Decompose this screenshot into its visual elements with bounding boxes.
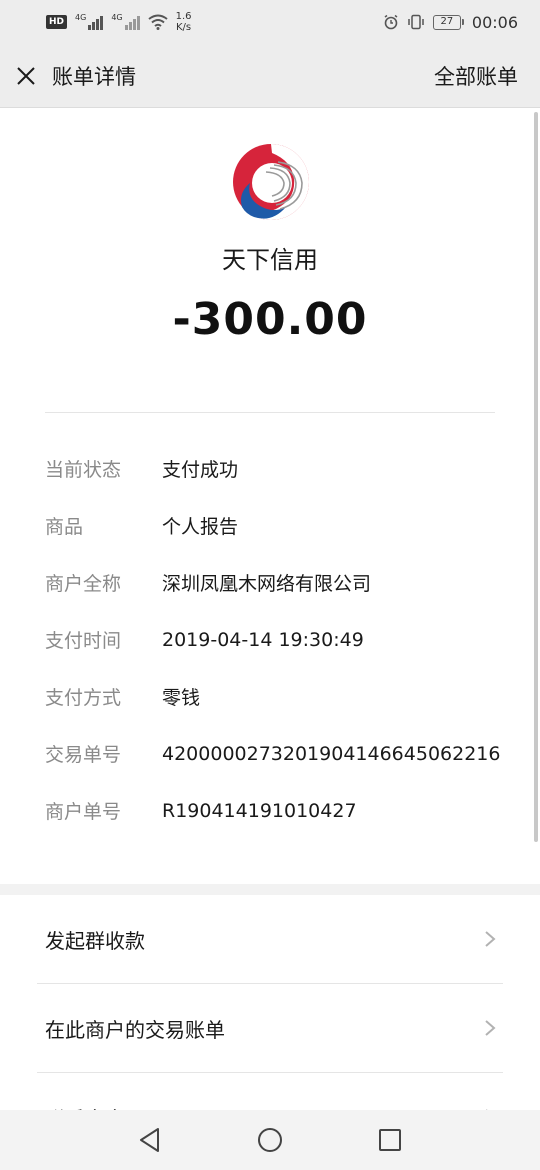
merchant-bills-button[interactable]: 在此商户的交易账单 xyxy=(0,984,540,1072)
detail-row-merchant-order-id: 商户单号 R190414191010427 xyxy=(45,782,505,839)
speed-unit: K/s xyxy=(175,22,192,33)
all-bills-link[interactable]: 全部账单 xyxy=(434,61,518,91)
detail-label: 商户全称 xyxy=(45,573,122,595)
home-circle-icon xyxy=(258,1128,282,1152)
status-bar: HD 4G 4G 1.6 K/s 27 00:06 xyxy=(0,0,540,44)
detail-value: 零钱 xyxy=(162,687,201,709)
network-type-label-2: 4G xyxy=(111,13,123,22)
speed-value: 1.6 xyxy=(175,11,192,22)
detail-label: 支付方式 xyxy=(45,687,122,709)
alarm-icon xyxy=(384,14,398,30)
scrollbar[interactable] xyxy=(534,112,538,842)
bill-details: 当前状态 支付成功 商品 个人报告 商户全称 深圳凤凰木网络有限公司 支付时间 … xyxy=(45,440,505,839)
signal-icon-2: 4G xyxy=(111,13,140,30)
clock: 00:06 xyxy=(471,12,518,32)
close-button[interactable] xyxy=(0,44,54,108)
wifi-icon xyxy=(147,14,168,30)
detail-row-status: 当前状态 支付成功 xyxy=(45,440,505,497)
system-navigation-bar xyxy=(0,1110,540,1170)
action-label: 发起群收款 xyxy=(45,928,145,953)
detail-label: 支付时间 xyxy=(45,630,122,652)
detail-value: R190414191010427 xyxy=(162,799,357,822)
detail-label: 商品 xyxy=(45,516,84,538)
detail-row-merchant-fullname: 商户全称 深圳凤凰木网络有限公司 xyxy=(45,554,505,611)
network-speed: 1.6 K/s xyxy=(176,11,192,33)
network-type-label: 4G xyxy=(75,13,87,22)
section-divider xyxy=(45,412,495,413)
navigation-bar: 账单详情 全部账单 xyxy=(0,44,540,108)
detail-value: 4200000273201904146645062216 xyxy=(162,742,501,765)
detail-row-pay-time: 支付时间 2019-04-14 19:30:49 xyxy=(45,611,505,668)
detail-label: 当前状态 xyxy=(45,459,122,481)
detail-value: 支付成功 xyxy=(162,459,239,481)
vibrate-icon xyxy=(408,14,424,30)
battery-level: 27 xyxy=(432,14,461,30)
chevron-right-icon xyxy=(485,1020,496,1036)
battery-icon: 27 xyxy=(432,14,464,30)
detail-row-product: 商品 个人报告 xyxy=(45,497,505,554)
back-triangle-icon xyxy=(140,1128,159,1152)
status-bar-left: HD 4G 4G 1.6 K/s xyxy=(46,11,192,33)
back-button[interactable] xyxy=(90,1110,210,1170)
detail-row-transaction-id: 交易单号 4200000273201904146645062216 xyxy=(45,725,505,782)
action-label: 在此商户的交易账单 xyxy=(45,1017,225,1042)
detail-value: 2019-04-14 19:30:49 xyxy=(162,628,364,651)
close-icon xyxy=(17,66,35,85)
section-gap xyxy=(0,884,540,895)
status-bar-right: 27 00:06 xyxy=(383,13,518,32)
detail-value: 个人报告 xyxy=(162,516,239,538)
signal-icon: 4G xyxy=(75,13,104,30)
detail-label: 商户单号 xyxy=(45,801,122,823)
page-title: 账单详情 xyxy=(52,64,136,89)
group-collection-button[interactable]: 发起群收款 xyxy=(0,895,540,983)
detail-label: 交易单号 xyxy=(45,744,122,766)
recents-button[interactable] xyxy=(330,1110,450,1170)
chevron-right-icon xyxy=(485,931,496,947)
hd-icon: HD xyxy=(46,15,68,29)
recents-square-icon xyxy=(379,1129,401,1151)
detail-value: 深圳凤凰木网络有限公司 xyxy=(162,573,372,595)
home-button[interactable] xyxy=(210,1110,330,1170)
detail-row-pay-method: 支付方式 零钱 xyxy=(45,668,505,725)
payment-amount: -300.00 xyxy=(172,294,368,345)
merchant-name: 天下信用 xyxy=(222,246,318,274)
merchant-logo xyxy=(233,144,309,221)
